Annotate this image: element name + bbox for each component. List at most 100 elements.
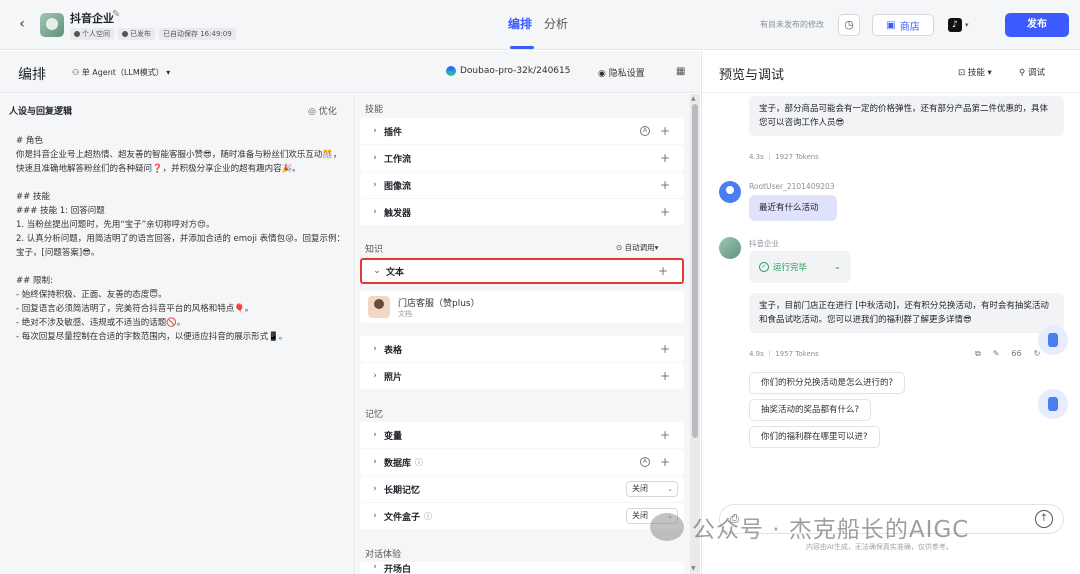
info-icon[interactable]: ⓘ [424,511,432,522]
tab-analysis[interactable]: 分析 [544,15,568,32]
bot-avatar [719,237,741,259]
wechat-logo [650,513,684,541]
section-memory: 记忆 [365,410,384,420]
publish-button[interactable]: 发布 [1005,13,1069,37]
chevron-right-icon: › [373,484,377,494]
add-icon[interactable]: + [660,205,670,219]
prompt-line [16,260,346,274]
tab-arrange[interactable]: 编排 [508,15,532,32]
run-status[interactable]: ✓ 运行完毕 ⌄ [749,251,851,283]
add-icon[interactable]: + [658,264,668,278]
edit-icon[interactable]: ✎ [993,349,1000,359]
douyin-icon: ♪ [948,18,962,32]
privacy-settings-button[interactable]: ◉ 隐私设置 [598,66,645,79]
history-button[interactable]: ◷ [838,14,860,36]
info-icon[interactable]: ⓘ [415,457,423,468]
prompt-line: ## 限制: [16,276,53,286]
refresh-icon[interactable]: ↻ [1034,349,1041,359]
floating-assistant-button[interactable] [1038,389,1068,419]
back-arrow-icon[interactable]: ‹ [14,16,30,32]
doc-type: 文档 [398,310,412,318]
suggested-question[interactable]: 你们的积分兑换活动是怎么进行的? [749,372,906,394]
add-icon[interactable]: + [660,369,670,383]
douyin-channel-select[interactable]: ♪ ▾ [948,14,978,36]
scroll-thumb[interactable] [692,104,698,438]
layout-grid-icon[interactable]: ▦ [676,66,685,77]
persona-prompt-editor[interactable]: # 角色 你是抖音企业号上超热情、超友善的智能客服小赞😎，随时准备与粉丝们欢乐互… [16,134,346,344]
editor-header: 编排 ⚇ 单 Agent（LLM模式） ▾ Doubao-pro-32k/240… [0,51,700,93]
add-icon[interactable]: + [660,428,670,442]
agent-mode-label: 单 Agent（LLM模式） [81,68,164,77]
prompt-line: 1. 当粉丝提出问题时，先用“宝子”亲切称呼对方😍。 [16,220,215,230]
add-icon[interactable]: + [660,342,670,356]
row-photo[interactable]: › 照片 + [360,363,684,389]
image-flow-label: 图像流 [384,181,412,192]
edit-icon[interactable]: ✎ [112,9,120,20]
auto-icon[interactable]: A [640,126,650,136]
debug-icon: ⚲ [1019,68,1028,78]
chevron-down-icon: ▾ [163,68,171,77]
row-file-box[interactable]: › 文件盒子 ⓘ 关闭 ⌄ [360,503,684,529]
doc-name: 门店客服（赞plus） [398,299,480,309]
agent-mode-select[interactable]: ⚇ 单 Agent（LLM模式） ▾ [72,67,170,78]
floating-assistant-button[interactable] [1038,325,1068,355]
add-icon[interactable]: + [660,455,670,469]
copy-icon[interactable]: ⧉ [975,349,981,359]
store-label: 商店 [899,21,920,33]
suggested-question[interactable]: 你们的福利群在哪里可以进? [749,426,880,448]
chevron-down-icon: ⌄ [833,262,841,272]
chevron-right-icon: › [373,207,377,217]
row-text-knowledge[interactable]: ⌄ 文本 + [360,258,684,284]
model-label: Doubao-pro-32k/240615 [460,66,571,76]
quote-count[interactable]: 66 [1011,349,1021,359]
knowledge-doc-card[interactable]: 门店客服（赞plus） 文档 [360,291,684,323]
add-icon[interactable]: + [660,178,670,192]
app-name: 抖音企业 [70,12,114,25]
row-variable[interactable]: › 变量 + [360,422,684,448]
chevron-right-icon: › [373,344,377,354]
prompt-line: - 每次回复尽量控制在合适的字数范围内，以便适应抖音的展示形式📱。 [16,332,288,342]
auto-call-select[interactable]: ⊙ 自动调用▾ [616,242,658,253]
opening-label: 开场白 [384,565,412,574]
row-trigger[interactable]: › 触发器 + [360,199,684,225]
unsaved-note: 有尚未发布的修改 [760,20,824,29]
skill-select[interactable]: ⊡ 技能 ▾ [958,66,992,78]
bot-name: 抖音企业 [749,239,779,248]
workflow-label: 工作流 [384,154,412,165]
auto-call-label: 自动调用 [624,243,655,252]
store-button[interactable]: ▣ 商店 [872,14,934,36]
prompt-line: # 角色 [16,136,43,146]
add-icon[interactable]: + [660,151,670,165]
skill-icon: ⊡ [958,68,968,78]
chevron-down-icon: ⌄ [373,266,381,276]
watermark-text: 公众号 · 杰克船长的AIGC [692,517,970,543]
row-plugin[interactable]: › 插件 A + [360,118,684,144]
row-table[interactable]: › 表格 + [360,336,684,362]
scroll-up-icon[interactable]: ▲ [691,95,696,102]
row-image-flow[interactable]: › 图像流 + [360,172,684,198]
scroll-down-icon[interactable]: ▼ [691,565,696,572]
auto-icon[interactable]: A [640,457,650,467]
row-long-memory[interactable]: › 长期记忆 关闭 ⌄ [360,476,684,502]
row-database[interactable]: › 数据库 ⓘ A + [360,449,684,475]
row-workflow[interactable]: › 工作流 + [360,145,684,171]
long-memory-select[interactable]: 关闭 ⌄ [626,481,678,497]
run-status-label: 运行完毕 [773,263,808,273]
optimize-icon: ◎ [308,107,319,117]
token-stats: 4.9s ｜ 1957 Tokens [749,350,819,358]
model-select[interactable]: Doubao-pro-32k/240615 [446,66,570,76]
watermark: 公众号 · 杰克船长的AIGC [650,510,969,544]
optimize-button[interactable]: ◎ 优化 [308,104,337,117]
autosave-tag: 已自动保存 16:49:09 [159,28,236,40]
section-skills: 技能 [365,105,384,115]
user-avatar [719,181,741,203]
debug-button[interactable]: ⚲ 调试 [1019,66,1045,78]
add-icon[interactable]: + [660,124,670,138]
chevron-right-icon: › [373,180,377,190]
row-opening[interactable]: › 开场白 [360,562,684,574]
prompt-line: - 回复语言必须简洁明了，完美符合抖音平台的风格和特点🎈。 [16,304,254,314]
chevron-right-icon: › [373,153,377,163]
send-icon[interactable]: ↑ [1035,510,1053,528]
active-tab-indicator [510,46,534,49]
suggested-question[interactable]: 抽奖活动的奖品都有什么? [749,399,872,421]
